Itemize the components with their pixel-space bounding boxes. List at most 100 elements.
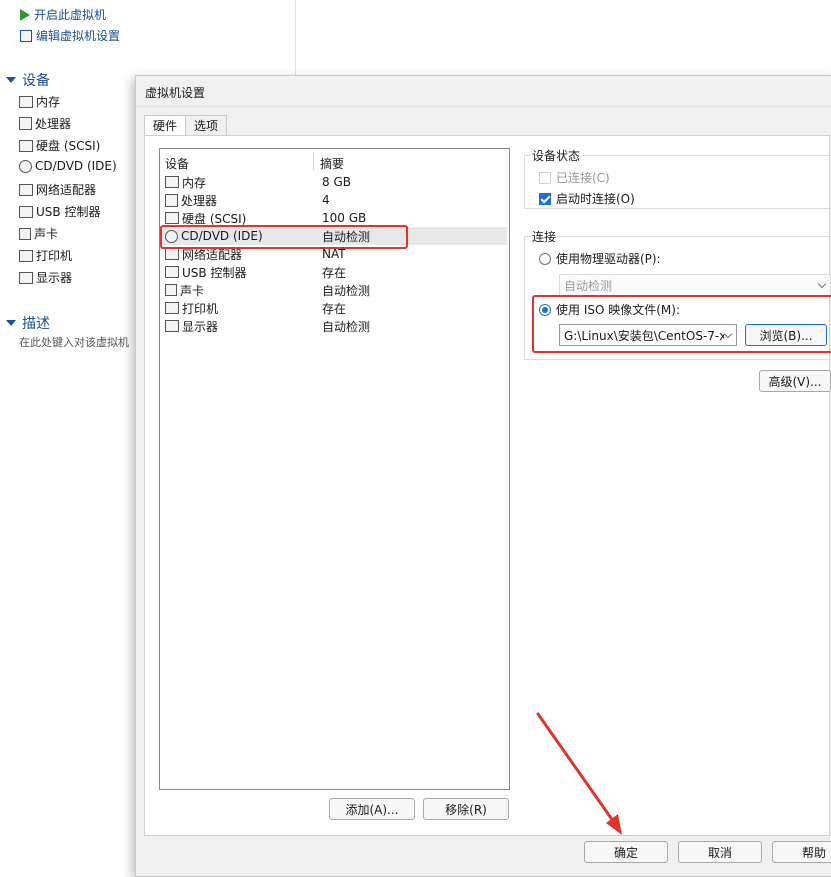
row-device: 声卡 xyxy=(180,283,205,298)
advanced-button[interactable]: 高级(V)... xyxy=(759,370,831,392)
description-section-title: 描述 xyxy=(22,316,50,332)
checkbox-checked xyxy=(539,192,551,205)
cancel-button[interactable]: 取消 xyxy=(678,841,762,863)
row-summary: 存在 xyxy=(322,265,347,280)
harddisk-icon xyxy=(165,212,179,224)
play-icon xyxy=(20,8,30,21)
table-row[interactable]: 声卡 自动检测 xyxy=(162,281,507,299)
printer-icon xyxy=(19,249,33,262)
device-list: 设备 摘要 内存 8 GB 处理器 4 硬盘 (SCSI) 100 GB CD/… xyxy=(159,148,510,790)
vm-settings-dialog: 虚拟机设置 硬件 选项 设备 摘要 内存 8 GB 处理器 4 硬盘 (SCSI… xyxy=(135,75,831,877)
physical-drive-radio[interactable]: 使用物理驱动器(P): xyxy=(539,250,661,267)
checkbox xyxy=(539,171,551,184)
table-row[interactable]: USB 控制器 存在 xyxy=(162,263,507,281)
pane-divider xyxy=(295,0,296,75)
sidebar-device-display[interactable]: 显示器 xyxy=(19,269,72,286)
annotation-arrow-icon xyxy=(536,712,622,835)
sound-icon xyxy=(19,227,31,240)
row-device: 硬盘 (SCSI) xyxy=(182,211,247,226)
sidebar-device-label: CD/DVD (IDE) xyxy=(35,159,117,173)
table-row[interactable]: 内存 8 GB xyxy=(162,173,507,191)
display-icon xyxy=(19,271,33,284)
sidebar-device-label: 网络适配器 xyxy=(36,183,97,197)
sidebar-device-label: 打印机 xyxy=(36,249,73,263)
devices-section-header[interactable]: 设备 xyxy=(6,70,50,90)
connected-checkbox[interactable]: 已连接(C) xyxy=(539,169,610,186)
row-summary: NAT xyxy=(322,247,346,261)
sidebar-device-harddisk[interactable]: 硬盘 (SCSI) xyxy=(19,137,100,154)
sidebar-device-label: 显示器 xyxy=(36,271,73,285)
row-device: 显示器 xyxy=(182,319,219,334)
cd-row-highlight xyxy=(160,225,408,249)
row-summary: 自动检测 xyxy=(322,283,371,298)
connection-label: 连接 xyxy=(530,228,559,245)
tab-options[interactable]: 选项 xyxy=(186,115,228,137)
row-device: 处理器 xyxy=(181,193,218,208)
sidebar-device-memory[interactable]: 内存 xyxy=(19,93,60,110)
chevron-down-icon xyxy=(817,279,827,289)
row-summary: 存在 xyxy=(322,301,347,316)
edit-vm-settings-link[interactable]: 编辑虚拟机设置 xyxy=(20,27,120,44)
iso-highlight-box xyxy=(532,295,831,353)
ok-button[interactable]: 确定 xyxy=(584,841,668,863)
edit-icon xyxy=(20,29,32,42)
title-separator xyxy=(136,106,831,107)
cpu-icon xyxy=(19,117,32,130)
remove-hardware-button[interactable]: 移除(R) xyxy=(423,798,509,820)
description-section-header[interactable]: 描述 xyxy=(6,313,50,333)
row-device: USB 控制器 xyxy=(182,265,247,280)
sidebar-device-cd[interactable]: CD/DVD (IDE) xyxy=(19,159,117,173)
sidebar-device-label: 硬盘 (SCSI) xyxy=(36,139,101,153)
physical-drive-value: 自动检测 xyxy=(564,278,613,293)
connect-at-power-on-checkbox[interactable]: 启动时连接(O) xyxy=(539,190,635,207)
hardware-tab-panel: 设备 摘要 内存 8 GB 处理器 4 硬盘 (SCSI) 100 GB CD/… xyxy=(144,135,831,836)
row-summary: 100 GB xyxy=(322,211,367,225)
power-on-label: 开启此虚拟机 xyxy=(34,8,107,22)
sidebar-device-printer[interactable]: 打印机 xyxy=(19,247,72,264)
harddisk-icon xyxy=(19,139,33,152)
physical-drive-label: 使用物理驱动器(P): xyxy=(556,252,661,266)
sound-icon xyxy=(165,284,177,296)
column-header-summary[interactable]: 摘要 xyxy=(320,155,344,172)
device-status-label: 设备状态 xyxy=(530,147,583,164)
dialog-title: 虚拟机设置 xyxy=(145,86,206,100)
help-button[interactable]: 帮助 xyxy=(772,841,831,863)
radio xyxy=(539,252,551,265)
column-header-device[interactable]: 设备 xyxy=(165,155,189,172)
row-summary: 4 xyxy=(322,193,330,207)
sidebar-device-label: 处理器 xyxy=(35,117,72,131)
collapse-caret-icon xyxy=(6,77,16,83)
memory-icon xyxy=(165,176,179,188)
sidebar-device-usb[interactable]: USB 控制器 xyxy=(19,203,100,220)
cd-icon xyxy=(19,159,32,173)
tab-hardware[interactable]: 硬件 xyxy=(144,115,187,137)
table-row[interactable]: 处理器 4 xyxy=(162,191,507,209)
table-row[interactable]: 打印机 存在 xyxy=(162,299,507,317)
row-summary: 8 GB xyxy=(322,175,351,189)
column-separator xyxy=(313,152,314,170)
cpu-icon xyxy=(165,193,178,207)
sidebar-device-sound[interactable]: 声卡 xyxy=(19,225,58,242)
physical-drive-select[interactable]: 自动检测 xyxy=(559,274,831,296)
collapse-caret-icon xyxy=(6,320,16,326)
usb-icon xyxy=(19,205,33,218)
sidebar-device-label: 内存 xyxy=(36,95,61,109)
edit-settings-label: 编辑虚拟机设置 xyxy=(36,29,121,43)
connect-at-power-on-label: 启动时连接(O) xyxy=(556,192,635,206)
connected-label: 已连接(C) xyxy=(556,171,610,185)
row-device: 打印机 xyxy=(182,301,219,316)
sidebar-device-cpu[interactable]: 处理器 xyxy=(19,115,71,132)
devices-section-title: 设备 xyxy=(22,73,50,89)
add-hardware-button[interactable]: 添加(A)... xyxy=(329,798,415,820)
row-device: 内存 xyxy=(182,175,207,190)
power-on-vm-link[interactable]: 开启此虚拟机 xyxy=(20,6,106,23)
printer-icon xyxy=(165,302,179,314)
description-placeholder[interactable]: 在此处键入对该虚拟机 xyxy=(19,334,129,350)
display-icon xyxy=(165,320,179,332)
sidebar-device-network[interactable]: 网络适配器 xyxy=(19,181,96,198)
table-row[interactable]: 显示器 自动检测 xyxy=(162,317,507,335)
usb-icon xyxy=(165,266,179,278)
sidebar-device-label: 声卡 xyxy=(34,227,59,241)
memory-icon xyxy=(19,95,33,108)
sidebar-device-label: USB 控制器 xyxy=(36,205,101,219)
